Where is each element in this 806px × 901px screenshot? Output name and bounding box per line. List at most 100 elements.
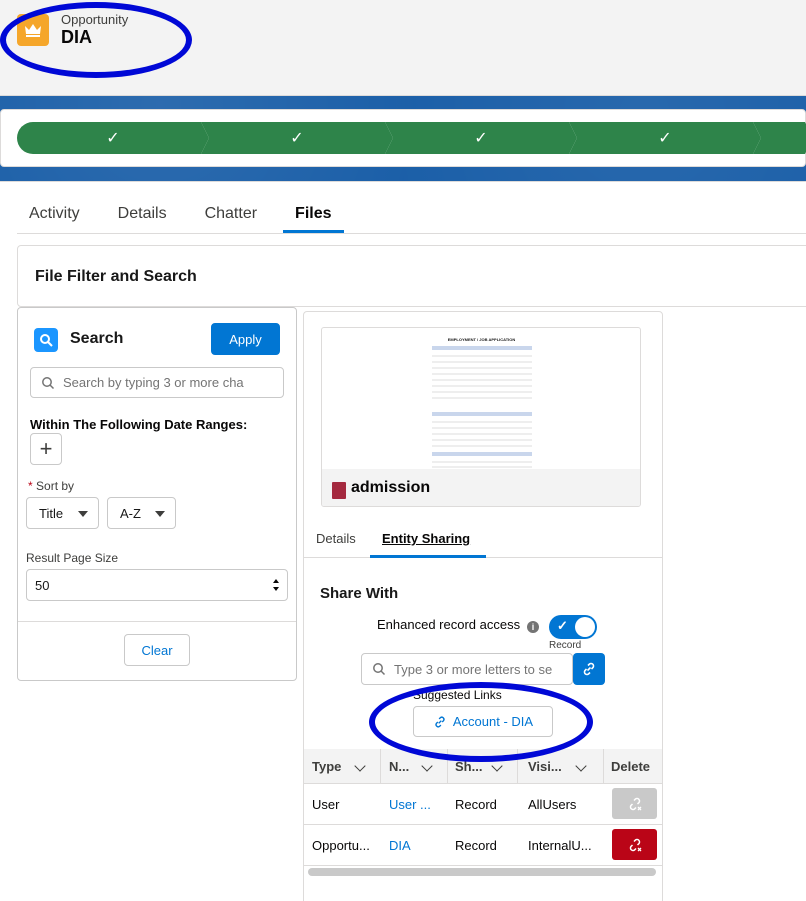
enhanced-access-label: Enhanced record access xyxy=(377,617,521,632)
file-search-placeholder: Search by typing 3 or more cha xyxy=(63,375,244,390)
page-size-label: Result Page Size xyxy=(26,551,119,565)
share-with-title: Share With xyxy=(320,585,399,602)
panel-divider xyxy=(18,621,296,622)
record-name: DIA xyxy=(61,27,92,47)
path-step-check-icon: ✓ xyxy=(658,130,672,147)
delete-share-button-disabled xyxy=(612,788,657,819)
path-step-4[interactable]: ✓ xyxy=(569,122,761,154)
sub-tab-entity-sharing[interactable]: Entity Sharing xyxy=(382,531,470,546)
page-size-stepper[interactable]: 50 xyxy=(26,569,288,601)
date-ranges-label: Within The Following Date Ranges: xyxy=(30,417,248,432)
record-tabs: Activity Details Chatter Files xyxy=(17,197,358,233)
file-filter-card: File Filter and Search xyxy=(17,245,806,307)
sort-order-value: A-Z xyxy=(120,505,141,521)
clear-button[interactable]: Clear xyxy=(124,634,190,666)
opportunity-crown-icon xyxy=(17,14,49,46)
document-preview: EMPLOYMENT / JOB APPLICATION xyxy=(424,334,539,469)
record-header: Opportunity DIA xyxy=(0,0,806,96)
sort-order-select[interactable]: A-Z xyxy=(107,497,176,529)
sort-field-value: Title xyxy=(39,505,64,521)
sort-field-select[interactable]: Title xyxy=(26,497,99,529)
chevron-down-icon xyxy=(155,511,165,517)
cell-name-link[interactable]: DIA xyxy=(389,838,444,853)
delete-share-button[interactable] xyxy=(612,829,657,860)
path-step-2[interactable]: ✓ xyxy=(201,122,393,154)
chevron-down-icon[interactable] xyxy=(491,760,503,772)
col-name[interactable]: N... xyxy=(389,759,409,774)
magnifier-icon xyxy=(373,663,386,676)
path-step-check-icon: ✓ xyxy=(474,130,488,147)
tab-activity[interactable]: Activity xyxy=(17,197,92,233)
col-visibility[interactable]: Visi... xyxy=(528,759,562,774)
suggested-link-button[interactable]: Account - DIA xyxy=(413,706,553,737)
path-step-3[interactable]: ✓ xyxy=(385,122,577,154)
search-panel: Search Apply Search by typing 3 or more … xyxy=(17,307,297,681)
path-step-check-icon: ✓ xyxy=(106,130,120,147)
file-name: admission xyxy=(351,479,431,496)
add-date-range-button[interactable]: + xyxy=(30,433,62,465)
file-filter-title: File Filter and Search xyxy=(35,268,197,285)
document-lines-graphic xyxy=(432,346,532,468)
cell-type: Opportu... xyxy=(312,838,370,853)
col-type[interactable]: Type xyxy=(312,759,341,774)
tab-divider xyxy=(17,233,806,234)
table-row: Opportu... DIA Record InternalU... xyxy=(304,825,662,866)
tab-files[interactable]: Files xyxy=(283,197,344,233)
pdf-file-icon xyxy=(332,482,346,499)
link-icon xyxy=(435,716,445,727)
col-share[interactable]: Sh... xyxy=(455,759,482,774)
suggested-link-label: Account - DIA xyxy=(452,714,534,729)
column-divider xyxy=(517,749,518,784)
search-title: Search xyxy=(70,330,124,347)
active-sub-tab-indicator xyxy=(370,555,486,558)
file-thumbnail[interactable]: EMPLOYMENT / JOB APPLICATION admission xyxy=(321,327,641,507)
table-header: Type N... Sh... Visi... Delete xyxy=(304,749,662,784)
cell-name-link[interactable]: User ... xyxy=(389,797,444,812)
link-icon xyxy=(583,662,595,676)
sort-by-label: * Sort by xyxy=(28,479,74,493)
toggle-knob xyxy=(575,617,595,637)
required-mark: * xyxy=(28,479,33,493)
chevron-down-icon[interactable] xyxy=(354,760,366,772)
column-divider xyxy=(447,749,448,784)
cell-type: User xyxy=(312,797,340,812)
unlink-icon xyxy=(629,838,641,851)
table-row: User User ... Record AllUsers xyxy=(304,784,662,825)
unlink-icon xyxy=(629,797,641,810)
file-sub-tabs: Details Entity Sharing xyxy=(304,521,662,558)
file-detail-panel: EMPLOYMENT / JOB APPLICATION admission D… xyxy=(303,311,663,901)
toggle-caption: Record xyxy=(549,640,582,651)
thumbnail-footer: admission xyxy=(322,469,640,506)
path-step-1[interactable]: ✓ xyxy=(17,122,209,154)
col-delete: Delete xyxy=(611,759,651,774)
search-icon xyxy=(34,328,58,352)
magnifier-icon xyxy=(42,376,55,389)
page-size-value: 50 xyxy=(35,577,50,593)
link-button[interactable] xyxy=(573,653,605,685)
tab-details[interactable]: Details xyxy=(106,197,179,233)
file-search-input[interactable]: Search by typing 3 or more cha xyxy=(30,367,284,398)
enhanced-access-toggle[interactable]: ✓ xyxy=(549,615,597,639)
object-type-label: Opportunity xyxy=(61,12,129,27)
cell-share: Record xyxy=(455,838,497,853)
column-divider xyxy=(603,749,604,784)
chevron-down-icon[interactable] xyxy=(421,760,433,772)
cell-visibility: InternalU... xyxy=(528,838,592,853)
chevron-down-icon[interactable] xyxy=(575,760,587,772)
tab-chatter[interactable]: Chatter xyxy=(193,197,269,233)
share-search-input[interactable]: Type 3 or more letters to se xyxy=(361,653,573,685)
sort-by-text: Sort by xyxy=(36,479,75,493)
check-icon: ✓ xyxy=(557,618,568,633)
path-step-check-icon: ✓ xyxy=(290,130,304,147)
column-divider xyxy=(380,749,381,784)
sub-tab-details[interactable]: Details xyxy=(316,531,356,546)
apply-button[interactable]: Apply xyxy=(211,323,280,355)
document-title: EMPLOYMENT / JOB APPLICATION xyxy=(447,337,516,342)
cell-visibility: AllUsers xyxy=(528,797,577,812)
suggested-links-label: Suggested Links xyxy=(413,688,502,702)
spinner-arrows-icon[interactable] xyxy=(272,578,280,592)
info-icon[interactable]: i xyxy=(527,621,539,633)
chevron-down-icon xyxy=(78,511,88,517)
cell-share: Record xyxy=(455,797,497,812)
horizontal-scrollbar[interactable] xyxy=(308,868,656,876)
